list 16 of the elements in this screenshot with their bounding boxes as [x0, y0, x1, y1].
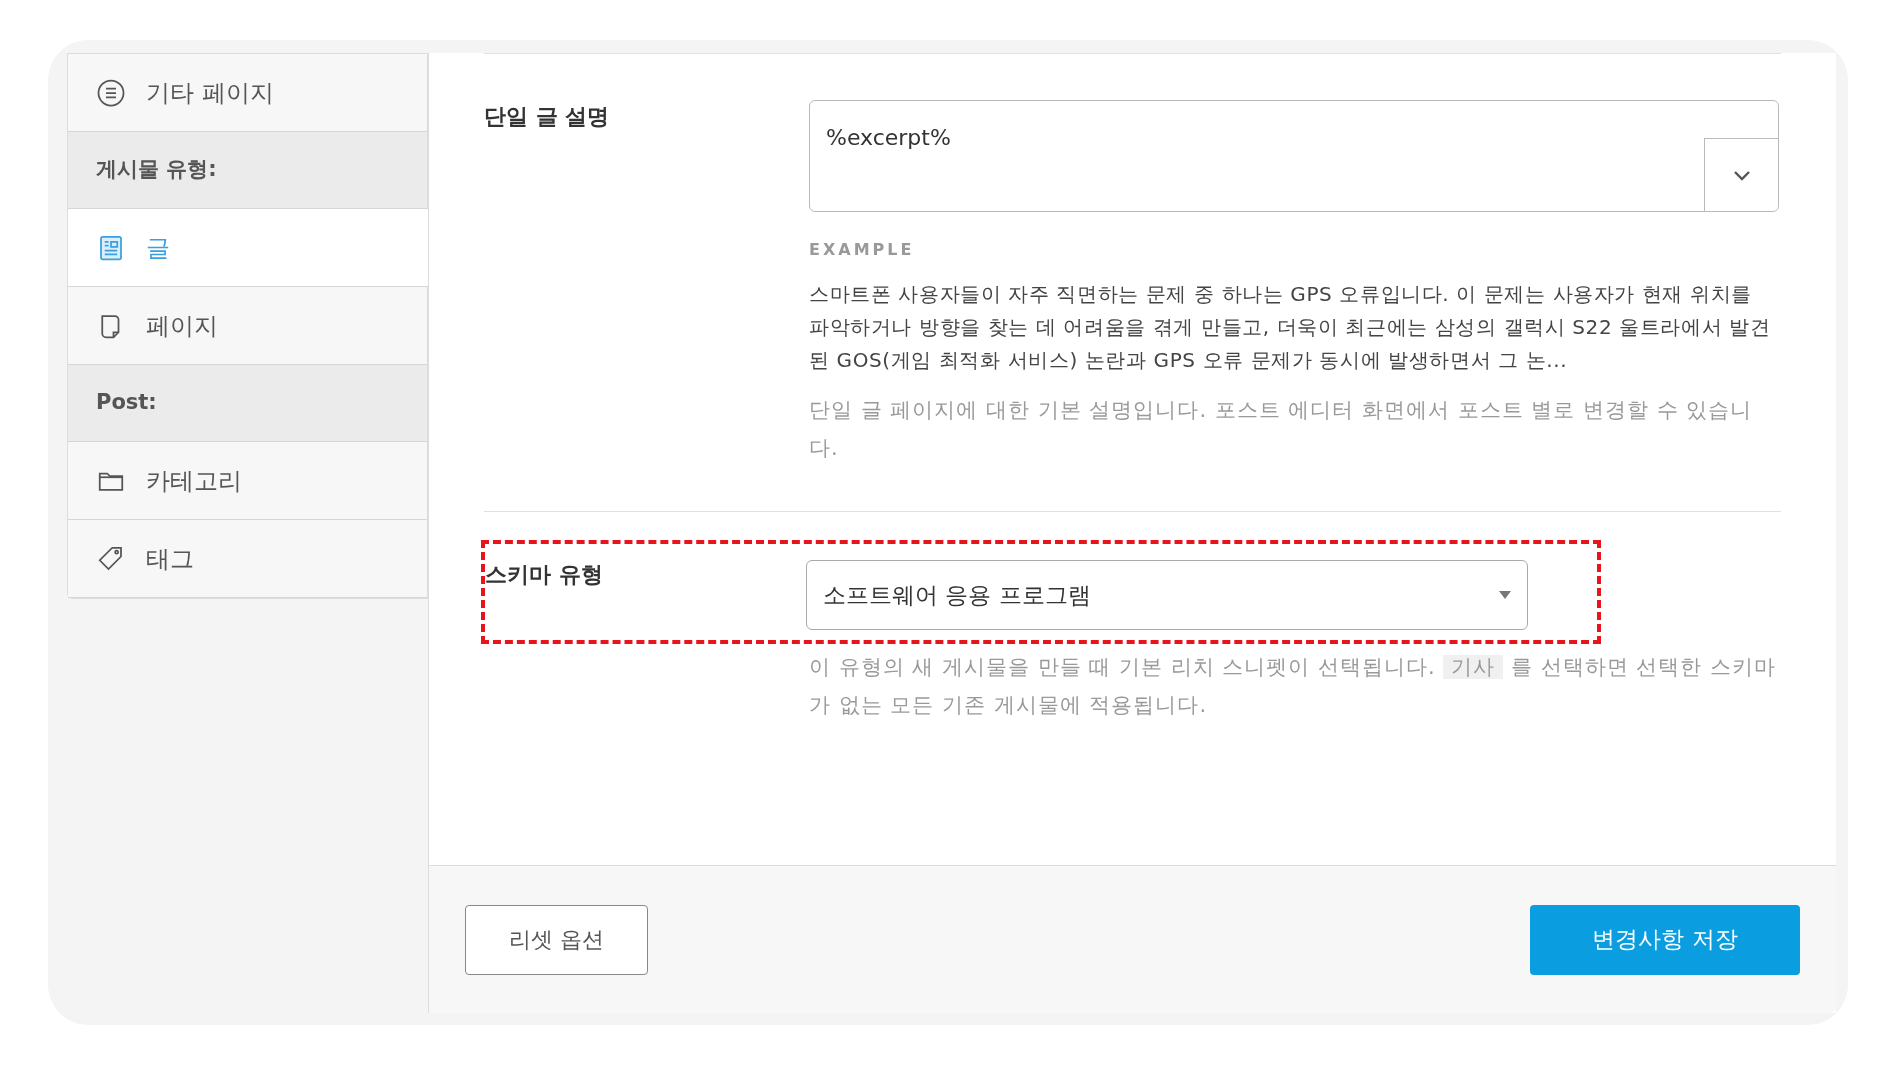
- description-textarea[interactable]: %excerpt%: [809, 100, 1779, 212]
- field-help-text: 단일 글 페이지에 대한 기본 설명입니다. 포스트 에디터 화면에서 포스트 별로 변경할 수 있습니다.: [809, 397, 1754, 462]
- sidebar-section-header: 게시물 유형:: [68, 132, 427, 209]
- textarea-value: %excerpt%: [826, 124, 951, 152]
- inline-code: 기사: [1443, 655, 1504, 679]
- sidebar-section-header: Post:: [68, 365, 427, 442]
- field-label: 스키마 유형: [485, 561, 604, 589]
- field-label: 단일 글 설명: [484, 103, 611, 131]
- menu-icon: [96, 77, 126, 108]
- reset-options-button[interactable]: 리셋 옵션: [465, 904, 648, 975]
- schema-type-select[interactable]: 소프트웨어 응용 프로그램: [806, 560, 1528, 630]
- field-help-text: 이 유형의 새 게시물을 만들 때 기본 리치 스니펫이 선택됩니다. 기사 를 선택하면 선택한 스키마가 없는 모든 기존 게시물에 적용됩니다.: [809, 654, 1778, 719]
- example-heading: EXAMPLE: [809, 239, 916, 261]
- caret-down-icon: [1499, 591, 1511, 599]
- variable-dropdown-button[interactable]: [1704, 138, 1778, 211]
- example-text: 스마트폰 사용자들이 자주 직면하는 문제 중 하나는 GPS 오류입니다. 이 문제는 사용자가 현재 위치를 파악하거나 방향을 찾는 데 어려움을 겪게 만들고, 더욱이 최근에는 삼성의 갤럭시 S22 울트라에서 발견된 GOS(게임 최적화 서비스) 논란과 GPS 오류 문제가 동시에 발생하면서 그 논...: [809, 281, 1772, 374]
